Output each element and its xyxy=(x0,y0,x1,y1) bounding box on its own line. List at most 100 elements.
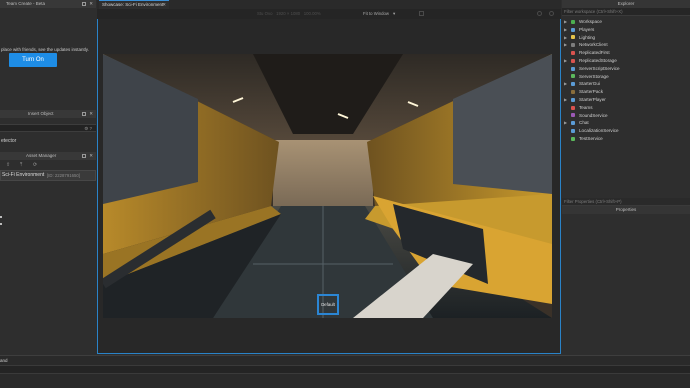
import-icon[interactable]: ⇧ xyxy=(6,162,10,168)
team-create-title: Team Create - Beta xyxy=(6,1,46,6)
resolution-readout: 1920 × 1080 xyxy=(276,11,301,16)
orientation-icon[interactable] xyxy=(419,11,424,16)
service-icon xyxy=(571,19,575,24)
upload-icon[interactable]: ⤒ xyxy=(20,162,22,168)
asset-manager-toolbar: ⇧ ⤒ ⟳ xyxy=(0,160,96,170)
explorer-item-label: SoundService xyxy=(579,112,608,118)
team-create-message: place with friends, see the updates inst… xyxy=(1,47,89,52)
document-tab-bar: Showcase: Sci-Fi Environment ✕ xyxy=(97,0,561,9)
close-icon[interactable]: ✕ xyxy=(162,1,166,9)
sci-fi-corridor-scene xyxy=(103,54,552,318)
expand-arrow-icon[interactable]: ▶ xyxy=(564,80,567,88)
service-icon xyxy=(571,74,575,79)
insert-object-search[interactable]: ⚙ ? xyxy=(0,124,96,132)
settings-icon[interactable] xyxy=(537,11,542,16)
explorer-item-label: StarterPlayer xyxy=(579,96,606,102)
asset-manager-title: Asset Manager xyxy=(26,153,57,158)
service-icon xyxy=(571,66,575,71)
explorer-item[interactable]: ServerStorage xyxy=(562,73,690,81)
explorer-item-label: Workspace xyxy=(579,19,602,24)
turn-on-button[interactable]: Turn On xyxy=(9,53,57,67)
command-bar-input[interactable] xyxy=(0,365,690,374)
zoom-readout: 100.00% xyxy=(303,11,321,16)
device-selector[interactable]: Stu Ovo 1920 × 1080 100.00% xyxy=(257,9,321,19)
explorer-tree: ▶ Workspace ▶ Players ▶ Lighting ▶ NetworkClien… xyxy=(562,16,690,143)
explorer-item[interactable]: ▶ Workspace xyxy=(562,18,690,26)
expand-arrow-icon[interactable]: ▶ xyxy=(564,18,567,26)
close-emulator-icon[interactable] xyxy=(549,11,554,16)
explorer-item-label: ReplicatedFirst xyxy=(579,50,610,56)
team-create-header: Team Create - Beta ✕ xyxy=(0,0,96,8)
explorer-item[interactable]: SoundService xyxy=(562,112,690,120)
explorer-item[interactable]: TestService xyxy=(562,135,690,143)
insert-object-panel: Insert Object ✕ ⚙ ? etector xyxy=(0,110,96,144)
explorer-item[interactable]: ReplicatedFirst xyxy=(562,49,690,57)
service-icon xyxy=(571,50,575,55)
expand-arrow-icon[interactable]: ▶ xyxy=(564,26,567,34)
explorer-item-label: Players xyxy=(579,26,595,32)
explorer-item[interactable]: ▶ ReplicatedStorage xyxy=(562,57,690,65)
explorer-item[interactable]: ▶ Chat xyxy=(562,119,690,127)
insert-object-list-item[interactable]: etector xyxy=(0,132,96,144)
explorer-item-label: TestService xyxy=(579,135,603,141)
fit-mode-dropdown[interactable]: Fit to Window xyxy=(363,9,389,19)
explorer-header: Explorer xyxy=(562,0,690,8)
explorer-item-label: StarterGui xyxy=(579,81,600,87)
service-icon xyxy=(571,82,575,87)
insert-object-header: Insert Object ✕ xyxy=(0,110,96,118)
service-icon xyxy=(571,105,575,110)
explorer-item[interactable]: ▶ StarterPlayer xyxy=(562,96,690,104)
command-bar-label: and xyxy=(0,358,8,363)
explorer-item-label: ReplicatedStorage xyxy=(579,57,617,63)
explorer-item[interactable]: ▶ Players xyxy=(562,26,690,34)
list-bullet xyxy=(0,216,2,218)
explorer-item[interactable]: StarterPack xyxy=(562,88,690,96)
explorer-item-label: NetworkClient xyxy=(579,42,608,48)
explorer-item[interactable]: ▶ Lighting xyxy=(562,34,690,42)
service-icon xyxy=(571,97,575,102)
game-viewport[interactable] xyxy=(103,54,552,318)
explorer-item[interactable]: LocalizationService xyxy=(562,127,690,135)
right-panel-column: Explorer Filter workspace (Ctrl+Shift+X)… xyxy=(562,0,690,355)
insert-object-title: Insert Object xyxy=(28,111,54,116)
service-icon xyxy=(571,58,575,63)
properties-panel: Filter Properties (Ctrl+Shift+P) Propert… xyxy=(562,198,690,214)
tab-label: Showcase: Sci-Fi Environment xyxy=(102,2,164,7)
explorer-filter-input[interactable]: Filter workspace (Ctrl+Shift+X) xyxy=(562,8,690,16)
restore-icon[interactable] xyxy=(82,112,86,116)
explorer-item[interactable]: Teams xyxy=(562,104,690,112)
asset-row[interactable]: Sci-Fi Environment [ID: 2228791650] xyxy=(0,170,96,181)
refresh-icon[interactable]: ⟳ xyxy=(33,162,37,168)
explorer-item-label: ServerStorage xyxy=(579,73,609,79)
asset-name: Sci-Fi Environment xyxy=(2,172,45,178)
expand-arrow-icon[interactable]: ▶ xyxy=(564,119,567,127)
explorer-item[interactable]: ▶ NetworkClient xyxy=(562,41,690,49)
service-icon xyxy=(571,128,575,133)
chevron-down-icon[interactable]: ▾ xyxy=(393,9,395,19)
explorer-item-label: Teams xyxy=(579,104,593,110)
filter-options-icon[interactable]: ⚙ ? xyxy=(84,126,92,132)
explorer-item[interactable]: ServerScriptService xyxy=(562,65,690,73)
service-icon xyxy=(571,113,575,118)
tab-showcase[interactable]: Showcase: Sci-Fi Environment ✕ xyxy=(99,0,169,9)
expand-arrow-icon[interactable]: ▶ xyxy=(564,96,567,104)
restore-icon[interactable] xyxy=(82,2,86,6)
explorer-item-label: Lighting xyxy=(579,34,596,40)
expand-arrow-icon[interactable]: ▶ xyxy=(564,41,567,49)
service-icon xyxy=(571,121,575,126)
close-icon[interactable]: ✕ xyxy=(89,0,93,8)
asset-manager-header: Asset Manager ✕ xyxy=(0,152,96,160)
explorer-item-label: ServerScriptService xyxy=(579,65,620,71)
close-icon[interactable]: ✕ xyxy=(89,152,93,160)
expand-arrow-icon[interactable]: ▶ xyxy=(564,57,567,65)
service-icon xyxy=(571,89,575,94)
properties-filter-input[interactable]: Filter Properties (Ctrl+Shift+P) xyxy=(562,198,690,206)
close-icon[interactable]: ✕ xyxy=(89,110,93,118)
restore-icon[interactable] xyxy=(82,154,86,158)
list-bullet xyxy=(0,223,2,225)
device-emulator-toolbar: Stu Ovo 1920 × 1080 100.00% Fit to Windo… xyxy=(97,9,561,19)
service-icon xyxy=(571,35,575,40)
camera-default-label[interactable]: Default xyxy=(317,294,339,315)
explorer-item[interactable]: ▶ StarterGui xyxy=(562,80,690,88)
expand-arrow-icon[interactable]: ▶ xyxy=(564,34,567,42)
